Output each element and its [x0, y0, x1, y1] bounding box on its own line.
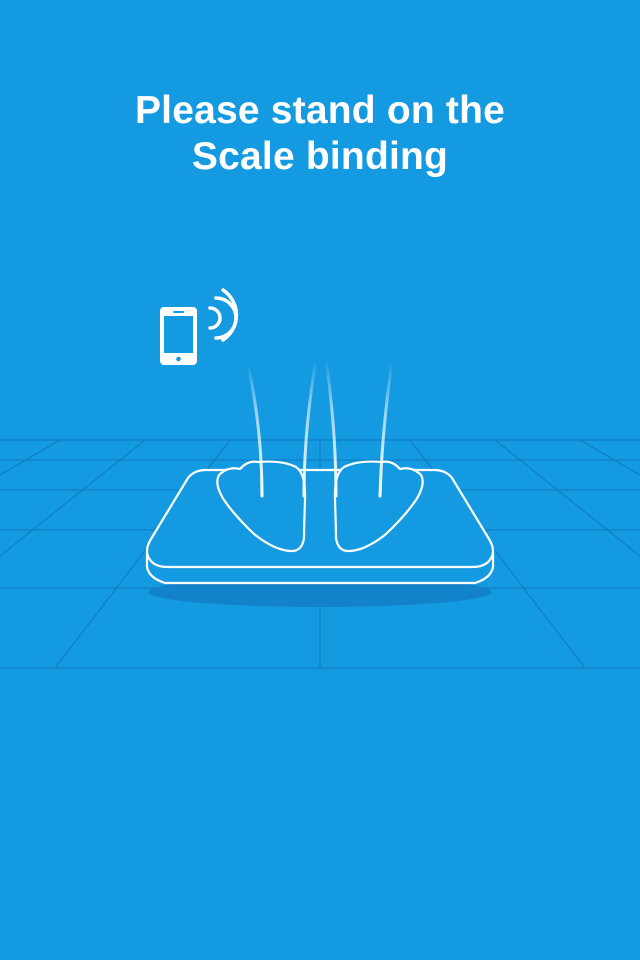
scale-illustration — [0, 288, 640, 669]
scale-binding-screen: Please stand on the Scale binding — [0, 0, 640, 960]
wireless-signal-icon — [208, 288, 239, 342]
bathroom-scale-icon — [145, 468, 495, 585]
smartphone-icon — [160, 307, 197, 365]
